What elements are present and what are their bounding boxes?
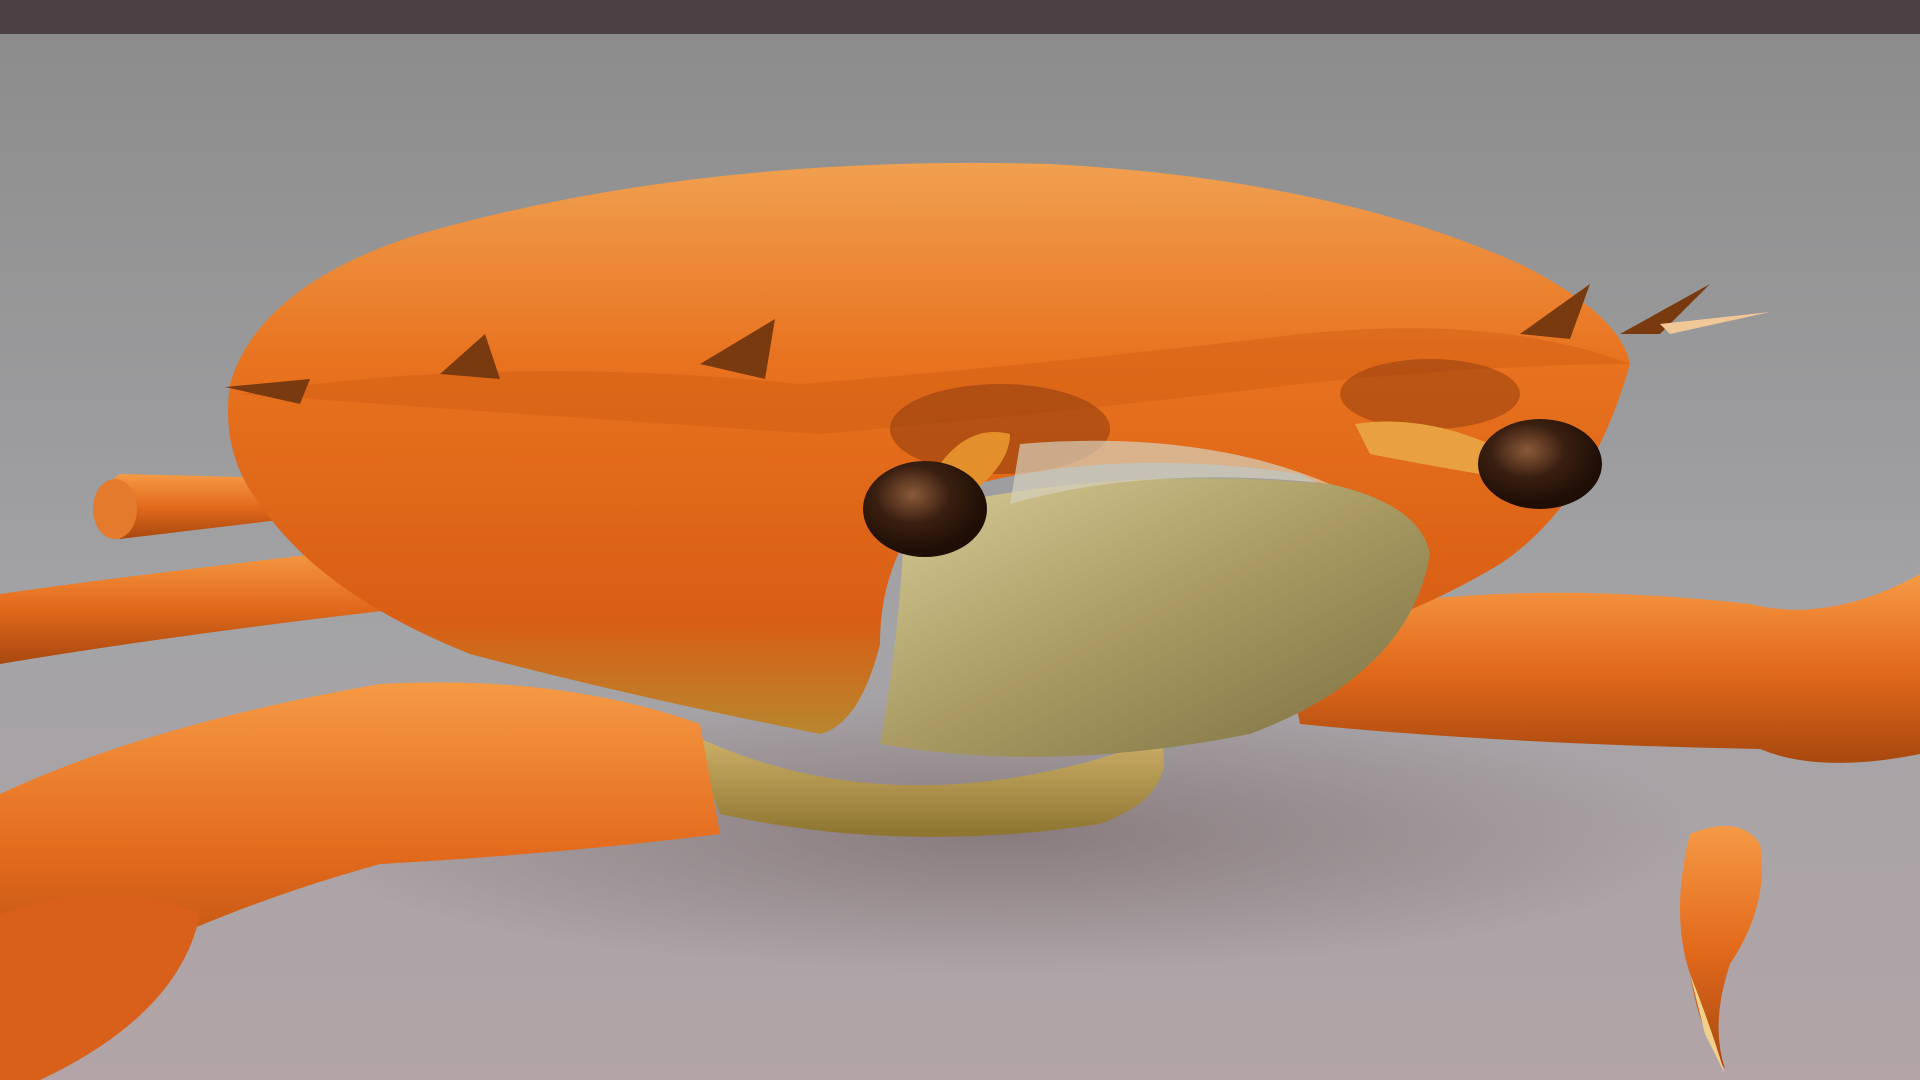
- top-bar: [0, 0, 1920, 34]
- image-frame: [0, 0, 1920, 1080]
- crab-render: [0, 34, 1920, 1080]
